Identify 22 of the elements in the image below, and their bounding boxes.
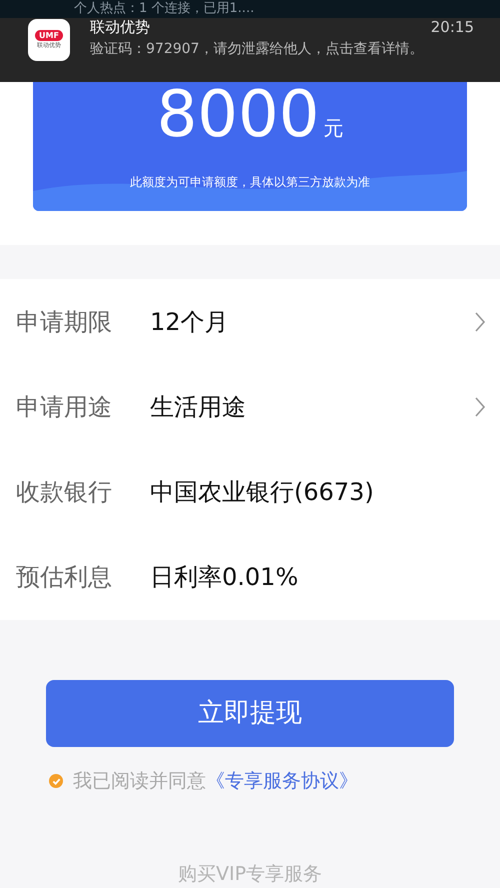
chevron-right-icon	[474, 396, 486, 418]
field-label: 收款银行	[16, 477, 113, 508]
field-label: 预估利息	[16, 562, 113, 594]
amount-note: 此额度为可申请额度，具体以第三方放款为准	[130, 174, 370, 191]
field-value: 中国农业银行(6673)	[150, 477, 375, 508]
agreement-link[interactable]: 《专享服务协议》	[206, 770, 358, 792]
field-value: 12个月	[150, 306, 230, 338]
logo-badge: UMF	[35, 30, 63, 40]
hotspot-text: 个人热点：1 个连接，已用1....	[74, 0, 254, 18]
withdraw-button[interactable]: 立即提现	[46, 680, 454, 747]
agreement-text: 我已阅读并同意《专享服务协议》	[73, 769, 358, 794]
notification-time: 20:15	[430, 17, 474, 38]
notification-app-name: 联动优势	[90, 17, 150, 38]
agree-checkbox[interactable]	[49, 774, 63, 788]
check-icon	[52, 776, 60, 786]
field-label: 申请用途	[16, 392, 113, 423]
field-label: 申请期限	[16, 306, 113, 338]
chevron-right-icon	[474, 310, 486, 333]
notification-message: 验证码：972907，请勿泄露给他人，点击查看详情。	[90, 40, 424, 58]
field-value: 生活用途	[150, 392, 247, 423]
field-value: 日利率0.01%	[150, 562, 300, 594]
amount-unit: 元	[323, 114, 344, 142]
